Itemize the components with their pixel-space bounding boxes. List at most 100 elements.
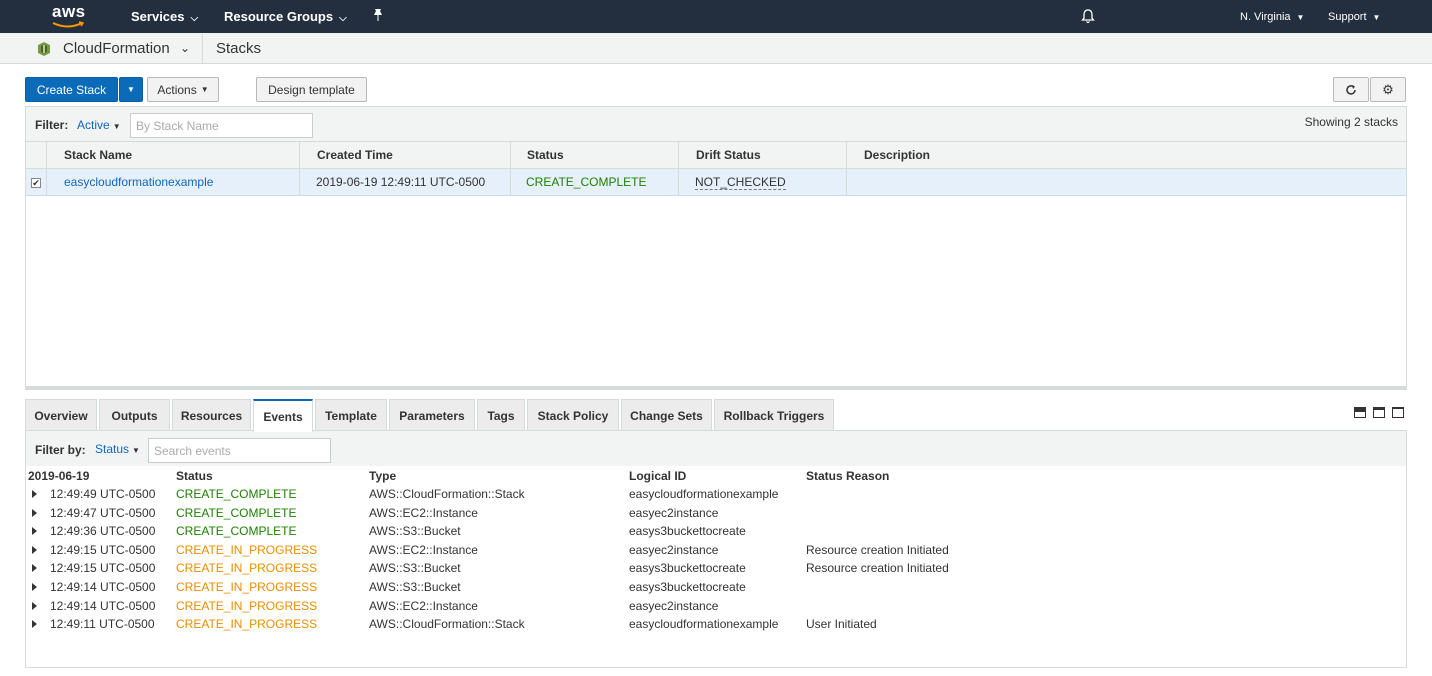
event-type: AWS::S3::Bucket [369, 561, 461, 575]
refresh-icon [1346, 84, 1356, 95]
resource-groups-menu[interactable]: Resource Groups ⌵ [224, 9, 347, 24]
event-logical-id: easyec2instance [629, 543, 719, 557]
services-menu[interactable]: Services ⌵ [131, 9, 198, 24]
event-status-reason: Resource creation Initiated [806, 561, 949, 575]
events-header-status-reason: Status Reason [806, 469, 890, 483]
event-row[interactable]: 12:49:49 UTC-0500 CREATE_COMPLETE AWS::C… [26, 487, 1406, 505]
chevron-down-icon[interactable]: ⌄ [180, 41, 190, 55]
column-divider [678, 142, 679, 169]
column-divider [510, 169, 511, 196]
event-row[interactable]: 12:49:36 UTC-0500 CREATE_COMPLETE AWS::S… [26, 524, 1406, 542]
bell-icon[interactable] [1081, 8, 1095, 27]
stack-count: Showing 2 stacks [1304, 115, 1398, 129]
column-header-status[interactable]: Status [527, 148, 564, 162]
event-row[interactable]: 12:49:15 UTC-0500 CREATE_IN_PROGRESS AWS… [26, 543, 1406, 561]
actions-button[interactable]: Actions ▼ [147, 77, 219, 102]
aws-smile-icon [52, 21, 84, 28]
event-logical-id: easyec2instance [629, 599, 719, 613]
expand-arrow-icon[interactable] [32, 546, 37, 554]
event-status: CREATE_COMPLETE [176, 506, 297, 520]
column-header-description[interactable]: Description [864, 148, 930, 162]
tab-outputs[interactable]: Outputs [99, 399, 170, 431]
search-events-input[interactable]: Search events [148, 438, 331, 463]
tab-tags[interactable]: Tags [477, 399, 525, 431]
create-stack-button[interactable]: Create Stack [25, 77, 118, 102]
event-time: 12:49:15 UTC-0500 [50, 561, 156, 575]
breadcrumb[interactable]: Stacks [216, 40, 261, 57]
panel-splitter[interactable] [25, 386, 1407, 390]
event-time: 12:49:14 UTC-0500 [50, 580, 156, 594]
stack-name-link[interactable]: easycloudformationexample [64, 175, 213, 189]
layout-split-icon[interactable] [1373, 407, 1385, 418]
create-stack-dropdown-button[interactable]: ▼ [119, 77, 143, 102]
events-filter-label: Filter by: [35, 443, 86, 457]
tab-change-sets[interactable]: Change Sets [621, 399, 712, 431]
filter-dropdown[interactable]: Active ▼ [77, 118, 121, 132]
row-checkbox[interactable]: ✔ [31, 178, 41, 188]
event-time: 12:49:14 UTC-0500 [50, 599, 156, 613]
events-filter-bar: Filter by: Status ▼ Search events [26, 431, 1406, 466]
caret-down-icon: ▼ [1372, 13, 1381, 22]
column-divider [46, 169, 47, 196]
pin-icon[interactable] [372, 8, 384, 25]
event-logical-id: easycloudformationexample [629, 617, 779, 631]
tab-rollback-triggers[interactable]: Rollback Triggers [714, 399, 834, 431]
expand-arrow-icon[interactable] [32, 602, 37, 610]
support-menu[interactable]: Support ▼ [1328, 11, 1380, 23]
event-status: CREATE_COMPLETE [176, 487, 297, 501]
column-divider [678, 169, 679, 196]
layout-top-icon[interactable] [1392, 407, 1404, 418]
expand-arrow-icon[interactable] [32, 564, 37, 572]
stack-name-search-input[interactable]: By Stack Name [130, 113, 313, 138]
event-status: CREATE_IN_PROGRESS [176, 543, 318, 557]
drift-status[interactable]: NOT_CHECKED [695, 175, 786, 190]
column-header-stack-name[interactable]: Stack Name [64, 148, 132, 162]
tab-parameters[interactable]: Parameters [389, 399, 475, 431]
expand-arrow-icon[interactable] [32, 583, 37, 591]
event-row[interactable]: 12:49:47 UTC-0500 CREATE_COMPLETE AWS::E… [26, 506, 1406, 524]
tab-resources[interactable]: Resources [172, 399, 251, 431]
caret-down-icon: ▼ [1296, 13, 1305, 22]
event-row[interactable]: 12:49:15 UTC-0500 CREATE_IN_PROGRESS AWS… [26, 561, 1406, 579]
aws-logo[interactable]: aws [50, 2, 88, 30]
event-logical-id: easyec2instance [629, 506, 719, 520]
stack-table-header: Stack Name Created Time Status Drift Sta… [26, 142, 1406, 169]
events-date-header: 2019-06-19 [28, 469, 90, 483]
tab-stack-policy[interactable]: Stack Policy [527, 399, 619, 431]
expand-arrow-icon[interactable] [32, 620, 37, 628]
region-selector[interactable]: N. Virginia ▼ [1240, 11, 1304, 23]
tab-template[interactable]: Template [315, 399, 387, 431]
layout-bottom-icon[interactable] [1354, 407, 1366, 418]
event-logical-id: easys3buckettocreate [629, 561, 746, 575]
event-row[interactable]: 12:49:14 UTC-0500 CREATE_IN_PROGRESS AWS… [26, 599, 1406, 617]
expand-arrow-icon[interactable] [32, 509, 37, 517]
design-template-button[interactable]: Design template [256, 77, 367, 102]
event-time: 12:49:11 UTC-0500 [50, 617, 155, 631]
cloudformation-icon [38, 42, 50, 56]
event-status-reason: User Initiated [806, 617, 877, 631]
event-type: AWS::EC2::Instance [369, 599, 478, 613]
events-panel: Filter by: Status ▼ Search events 2019-06… [25, 431, 1407, 668]
event-row[interactable]: 12:49:14 UTC-0500 CREATE_IN_PROGRESS AWS… [26, 580, 1406, 598]
tab-events[interactable]: Events [253, 399, 313, 432]
event-logical-id: easycloudformationexample [629, 487, 779, 501]
column-header-created-time[interactable]: Created Time [317, 148, 393, 162]
settings-button[interactable]: ⚙ [1370, 77, 1406, 102]
caret-down-icon: ▼ [127, 85, 135, 94]
aws-logo-text: aws [52, 2, 86, 21]
events-filter-value: Status [95, 442, 130, 456]
event-logical-id: easys3buckettocreate [629, 524, 746, 538]
column-divider [846, 169, 847, 196]
expand-arrow-icon[interactable] [32, 490, 37, 498]
events-filter-dropdown[interactable]: Status ▼ [95, 442, 140, 456]
expand-arrow-icon[interactable] [32, 527, 37, 535]
tab-overview[interactable]: Overview [25, 399, 97, 431]
service-name[interactable]: CloudFormation [63, 40, 170, 57]
event-status-reason: Resource creation Initiated [806, 543, 949, 557]
event-status: CREATE_COMPLETE [176, 524, 297, 538]
refresh-button[interactable] [1333, 77, 1369, 102]
event-row[interactable]: 12:49:11 UTC-0500 CREATE_IN_PROGRESS AWS… [26, 617, 1406, 635]
column-header-drift-status[interactable]: Drift Status [696, 148, 761, 162]
caret-down-icon: ▼ [112, 122, 121, 131]
table-row[interactable]: ✔ easycloudformationexample 2019-06-19 1… [26, 169, 1406, 196]
